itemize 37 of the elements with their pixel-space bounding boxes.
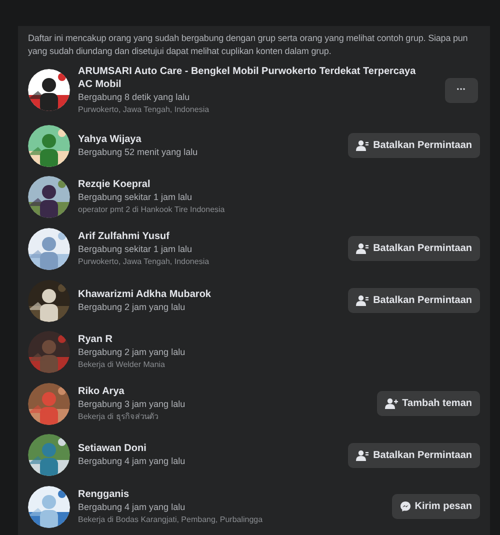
member-info: Bekerja di Bodas Karangjati, Pembang, Purbalingga bbox=[78, 514, 264, 526]
joined-time: Bergabung 52 menit yang lalu bbox=[78, 146, 199, 159]
cancel-request-button[interactable]: Batalkan Permintaan bbox=[348, 236, 480, 262]
add-person-icon bbox=[385, 398, 398, 410]
joined-time: Bergabung sekitar 1 jam lalu bbox=[78, 242, 194, 256]
cancel-request-button[interactable]: Batalkan Permintaan bbox=[348, 288, 480, 314]
joined-time: Bergabung 3 jam yang lalu bbox=[78, 398, 186, 411]
joined-time: Bergabung 4 jam yang lalu bbox=[78, 500, 186, 514]
member-name[interactable]: Rengganis bbox=[78, 488, 384, 501]
member-name[interactable]: Arif Zulfahmi Yusuf bbox=[78, 230, 340, 243]
cancel-request-button[interactable]: Batalkan Permintaan bbox=[348, 442, 480, 468]
person-icon bbox=[356, 140, 370, 152]
add-friend-button[interactable]: Tambah teman bbox=[377, 391, 480, 416]
member-info: Purwokerto, Jawa Tengah, Indonesia bbox=[78, 256, 210, 268]
member-name[interactable]: Yahya Wijaya bbox=[78, 132, 340, 146]
cancel-request-button[interactable]: Batalkan Permintaan bbox=[348, 133, 480, 158]
member-info: operator pmt 2 di Hankook Tire Indonesia bbox=[78, 204, 226, 216]
person-icon bbox=[356, 243, 370, 254]
joined-time: Bergabung 2 jam yang lalu bbox=[78, 300, 186, 314]
member-info: Bekerja di Welder Mania bbox=[78, 359, 166, 372]
person-icon bbox=[356, 295, 370, 306]
member-name[interactable]: Riko Arya bbox=[78, 384, 370, 398]
member-name[interactable]: ARUMSARI Auto Care - Bengkel Mobil Purwokerto Terdekat Terpercaya AC Mobil bbox=[78, 64, 437, 90]
member-info: Purwokerto, Jawa Tengah, Indonesia bbox=[78, 104, 210, 116]
intro-text: Daftar ini mencakup orang yang sudah bergabung dengan grup serta orang yang melihat contoh grup. Siapa pun yang sudah diundang dan disetujui dapat melihat cuplikan konten dalam grup. bbox=[28, 32, 469, 58]
joined-time: Bergabung 8 detik yang lalu bbox=[78, 90, 191, 104]
member-name[interactable]: Rezqie Koepral bbox=[78, 178, 480, 192]
member-name[interactable]: Khawarizmi Adkha Mubarok bbox=[78, 288, 340, 301]
send-message-button[interactable]: Kirim pesan bbox=[392, 494, 480, 520]
joined-time: Bergabung 2 jam yang lalu bbox=[78, 346, 186, 360]
joined-time: Bergabung 4 jam yang lalu bbox=[78, 455, 186, 468]
member-info: Bekerja di ธุรกิจส่วนตัว bbox=[78, 410, 159, 423]
person-icon bbox=[356, 450, 370, 461]
joined-time: Bergabung sekitar 1 jam lalu bbox=[78, 191, 194, 204]
member-name[interactable]: Ryan R bbox=[78, 333, 480, 346]
messenger-icon bbox=[400, 501, 411, 512]
member-name[interactable]: Setiawan Doni bbox=[78, 442, 340, 456]
